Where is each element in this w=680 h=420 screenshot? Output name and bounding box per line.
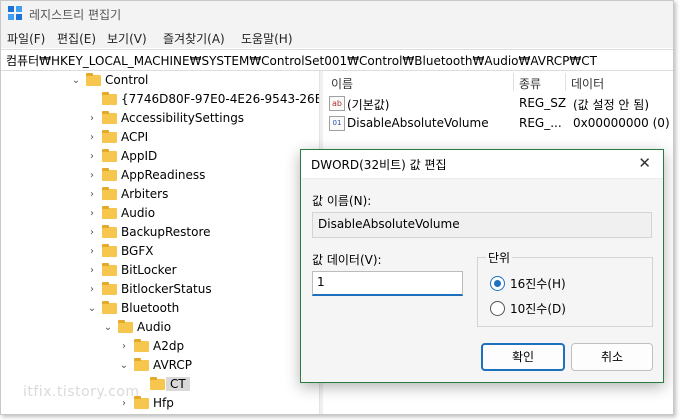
key-tree[interactable]: ⌄ Control {7746D80F-97E0-4E26-9543-26B ›…	[1, 71, 319, 414]
chevron-down-icon[interactable]: ⌄	[87, 303, 97, 315]
address-bar[interactable]: 컴퓨터₩HKEY_LOCAL_MACHINE₩SYSTEM₩ControlSet…	[1, 49, 673, 71]
menu-help[interactable]: 도움말(H)	[241, 30, 293, 47]
folder-icon	[102, 130, 117, 143]
folder-icon	[118, 320, 133, 333]
watermark-text: itfix.tistory.com	[23, 384, 140, 400]
tree-item-label: AppReadiness	[121, 168, 206, 182]
column-header-type[interactable]: 종류	[519, 75, 541, 92]
menu-view[interactable]: 보기(V)	[107, 30, 147, 47]
value-name: (기본값)	[347, 98, 390, 112]
tree-item-label: CT	[166, 377, 190, 391]
value-data: (값 설정 안 됨)	[573, 98, 650, 112]
tree-item-label: Control	[105, 73, 149, 87]
chevron-right-icon[interactable]: ›	[87, 284, 97, 296]
folder-icon	[102, 168, 117, 181]
ok-button[interactable]: 확인	[481, 343, 565, 371]
value-name-field: DisableAbsoluteVolume	[312, 212, 652, 238]
cancel-button[interactable]: 취소	[571, 343, 653, 371]
base-group: 단위 16진수(H) 10진수(D)	[477, 249, 653, 327]
column-divider[interactable]	[565, 73, 566, 91]
value-name-label: 값 이름(N):	[312, 194, 372, 208]
tree-item-label: AVRCP	[153, 358, 193, 372]
chevron-right-icon[interactable]: ›	[87, 132, 97, 144]
folder-icon	[102, 92, 117, 105]
list-header: 이름 종류 데이터	[323, 71, 673, 93]
tree-item-label: A2dp	[153, 339, 185, 353]
tree-item-label: BackupRestore	[121, 225, 211, 239]
value-data-text[interactable]: 1	[317, 275, 325, 289]
hex-radio-label[interactable]: 16진수(H)	[510, 275, 566, 292]
folder-icon	[86, 73, 101, 86]
column-header-name[interactable]: 이름	[331, 75, 353, 92]
tree-item-label: Audio	[121, 206, 156, 220]
chevron-right-icon[interactable]: ›	[87, 189, 97, 201]
tree-item-label: Audio	[137, 320, 172, 334]
folder-icon	[102, 187, 117, 200]
decimal-radio[interactable]	[490, 301, 505, 316]
folder-icon	[134, 339, 149, 352]
folder-icon	[102, 301, 117, 314]
tree-item-label: AccessibilitySettings	[121, 111, 245, 125]
folder-icon	[102, 225, 117, 238]
address-path[interactable]: 컴퓨터₩HKEY_LOCAL_MACHINE₩SYSTEM₩ControlSet…	[6, 52, 597, 69]
value-name-text: DisableAbsoluteVolume	[318, 217, 460, 231]
value-type: REG_...	[519, 116, 562, 130]
binary-value-icon: 01	[329, 116, 345, 131]
hex-radio[interactable]	[490, 276, 505, 291]
chevron-right-icon[interactable]: ›	[87, 265, 97, 277]
value-data: 0x00000000 (0)	[573, 116, 670, 130]
column-divider[interactable]	[513, 73, 514, 91]
list-item[interactable]: 01 DisableAbsoluteVolume REG_... 0x00000…	[323, 114, 673, 134]
chevron-down-icon[interactable]: ⌄	[119, 360, 129, 372]
chevron-down-icon[interactable]: ⌄	[71, 75, 81, 87]
base-group-title: 단위	[486, 249, 513, 266]
menu-bar: 파일(F) 편집(E) 보기(V) 즐겨찾기(A) 도움말(H)	[1, 26, 673, 48]
folder-icon	[102, 149, 117, 162]
close-icon[interactable]: ✕	[638, 154, 651, 172]
folder-icon	[102, 282, 117, 295]
chevron-right-icon[interactable]: ›	[119, 341, 129, 353]
dialog-title-bar[interactable]: DWORD(32비트) 값 편집 ✕	[301, 150, 663, 179]
tree-item-label: BGFX	[121, 244, 154, 258]
folder-icon	[102, 244, 117, 257]
tree-item-label: ACPI	[121, 130, 149, 144]
tree-item-label: AppID	[121, 149, 158, 163]
chevron-right-icon[interactable]: ›	[87, 246, 97, 258]
chevron-right-icon[interactable]: ›	[87, 227, 97, 239]
value-data-label: 값 데이터(V):	[312, 253, 382, 267]
chevron-right-icon[interactable]: ›	[87, 151, 97, 163]
window-title: 레지스트리 편집기	[29, 8, 122, 22]
tree-item-label: {7746D80F-97E0-4E26-9543-26B	[121, 92, 319, 106]
chevron-right-icon[interactable]: ›	[87, 208, 97, 220]
chevron-right-icon[interactable]: ›	[87, 170, 97, 182]
value-name: DisableAbsoluteVolume	[347, 116, 489, 130]
folder-icon	[102, 263, 117, 276]
decimal-radio-label[interactable]: 10진수(D)	[510, 300, 566, 317]
menu-file[interactable]: 파일(F)	[7, 30, 45, 47]
tree-item-label: BitlockerStatus	[121, 282, 212, 296]
registry-app-icon	[8, 6, 22, 20]
folder-icon	[150, 377, 165, 390]
chevron-right-icon[interactable]: ›	[87, 113, 97, 125]
value-data-input[interactable]: 1	[312, 271, 463, 296]
column-header-data[interactable]: 데이터	[571, 75, 604, 92]
folder-icon	[134, 358, 149, 371]
folder-icon	[102, 206, 117, 219]
folder-icon	[102, 111, 117, 124]
dialog-title: DWORD(32비트) 값 편집	[311, 158, 447, 172]
tree-item-label: Bluetooth	[121, 301, 180, 315]
string-value-icon: ab	[329, 96, 345, 111]
tree-item-label: BitLocker	[121, 263, 177, 277]
registry-editor-window: 레지스트리 편집기 파일(F) 편집(E) 보기(V) 즐겨찾기(A) 도움말(…	[0, 0, 674, 415]
chevron-down-icon[interactable]: ⌄	[103, 322, 113, 334]
tree-item-label: Arbiters	[121, 187, 169, 201]
list-item[interactable]: ab (기본값) REG_SZ (값 설정 안 됨)	[323, 94, 673, 114]
menu-edit[interactable]: 편집(E)	[57, 30, 96, 47]
value-type: REG_SZ	[519, 96, 567, 110]
menu-favorites[interactable]: 즐겨찾기(A)	[163, 30, 225, 47]
tree-item-label: Hfp	[153, 396, 174, 410]
title-bar[interactable]: 레지스트리 편집기	[1, 1, 673, 26]
edit-dword-dialog: DWORD(32비트) 값 편집 ✕ 값 이름(N): DisableAbsol…	[300, 149, 664, 383]
